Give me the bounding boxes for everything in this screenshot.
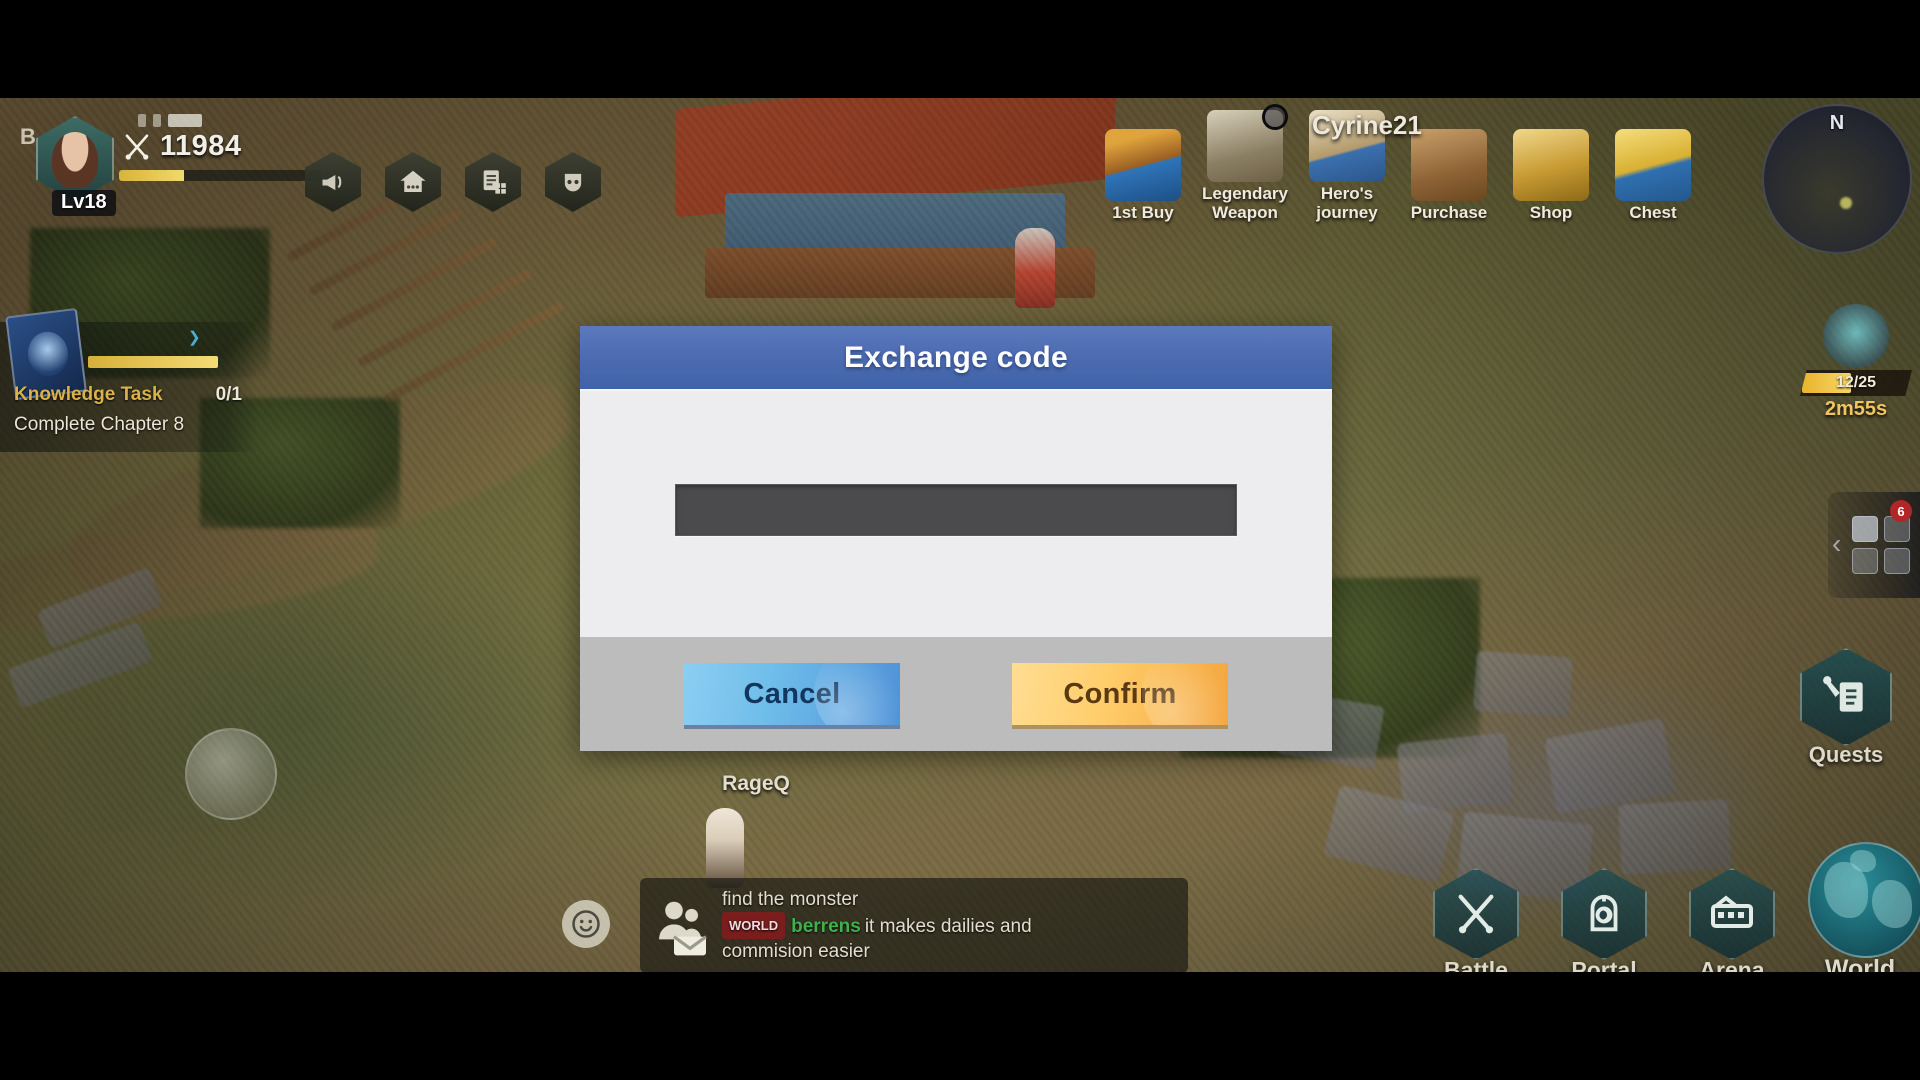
dialog-footer: Cancel Confirm [580, 637, 1332, 751]
hud-letter: B [20, 124, 36, 149]
side-menu-panel[interactable]: ‹ 6 [1828, 492, 1920, 598]
event-icon [1823, 304, 1889, 368]
player-power-value: 11984 [160, 130, 242, 162]
task-list-icon[interactable] [465, 152, 521, 212]
quests-button[interactable]: Quests [1788, 648, 1904, 768]
field-player-body [706, 808, 744, 888]
event-timer: 2m55s [1824, 398, 1888, 420]
chevron-right-icon: ❯ [188, 329, 201, 346]
shop-item-label-2: journey [1316, 203, 1378, 222]
player-hud[interactable]: B Lv18 11984 [14, 108, 324, 216]
shop-item-purchase[interactable]: Purchase [1401, 129, 1497, 222]
bottom-navigation[interactable]: Battle Portal Arena World [1424, 842, 1920, 984]
quest-count: 0/1 [215, 384, 242, 405]
chat-line-2: WORLD berrens it makes dailies and [722, 912, 1178, 939]
chat-message-part-2: commision easier [722, 941, 870, 962]
arena-icon[interactable] [1689, 868, 1775, 960]
cancel-button[interactable]: Cancel [684, 663, 900, 725]
shop-item-chest[interactable]: Chest [1605, 129, 1701, 222]
shop-item-label: Purchase [1410, 203, 1488, 222]
chat-panel[interactable]: find the monster WORLD berrens it makes da… [640, 878, 1188, 973]
announcement-icon[interactable] [305, 152, 361, 212]
confirm-button[interactable]: Confirm [1012, 663, 1228, 725]
shop-item-shop[interactable]: Shop [1503, 129, 1599, 222]
chat-line-1: find the monster [722, 889, 859, 910]
virtual-joystick[interactable] [185, 728, 277, 820]
dialog-header: Exchange code [580, 326, 1332, 391]
guild-home-icon[interactable] [385, 152, 441, 212]
side-menu-cell[interactable] [1852, 516, 1878, 542]
letterbox-top [0, 0, 1920, 98]
side-menu-cell[interactable] [1884, 548, 1910, 574]
shop-item-1st-buy[interactable]: 1st Buy [1095, 129, 1191, 222]
side-menu-grid[interactable] [1852, 516, 1910, 574]
nearby-player-name: Cyrine21 [1312, 110, 1422, 140]
field-player-name: RageQ [722, 772, 790, 795]
shop-item-label-2: Weapon [1212, 203, 1278, 222]
shop-item-label: Legendary [1202, 184, 1288, 203]
globe-icon[interactable] [1808, 842, 1920, 958]
market-stall [675, 70, 1115, 308]
smiley-icon[interactable] [562, 900, 610, 948]
shop-item-label: Chest [1629, 203, 1677, 222]
chat-message-part-1: it makes dailies and [864, 916, 1032, 937]
game-screen: RageQ B Lv18 11984 ❯ Knowledge Task 0/1 … [0, 0, 1920, 1080]
event-progress-bar: 12/25 [1800, 370, 1912, 396]
nav-item-arena[interactable]: Arena [1680, 868, 1784, 984]
first-buy-icon [1105, 129, 1181, 201]
portal-icon[interactable] [1561, 868, 1647, 960]
shop-item-label: 1st Buy [1112, 203, 1174, 222]
quest-tracker-panel[interactable]: ❯ Knowledge Task 0/1 Complete Chapter 8 [0, 307, 258, 452]
event-progress-text: 12/25 [1835, 374, 1877, 391]
nav-item-portal[interactable]: Portal [1552, 868, 1656, 984]
chevron-left-icon[interactable]: ‹ [1832, 528, 1841, 560]
side-menu-cell[interactable] [1852, 548, 1878, 574]
shop-icon [1513, 129, 1589, 201]
dialog-body [580, 391, 1332, 637]
nav-item-world[interactable]: World [1808, 842, 1920, 984]
quest-subtitle: Complete Chapter 8 [14, 414, 185, 435]
nearby-player-marker[interactable] [1262, 104, 1288, 130]
quest-title: Knowledge Task [14, 384, 163, 405]
side-menu-badge: 6 [1890, 500, 1912, 522]
chat-username: berrens [791, 916, 861, 937]
minimap[interactable]: N [1762, 104, 1912, 254]
compass-north-label: N [1829, 112, 1845, 134]
minimap-blip [1839, 196, 1852, 209]
shop-item-label: Shop [1529, 203, 1573, 222]
xp-bar [119, 170, 321, 181]
quest-event-name [92, 326, 96, 344]
quest-scroll-icon[interactable] [1800, 648, 1892, 746]
crossed-swords-icon [122, 132, 152, 162]
chest-icon [1615, 129, 1691, 201]
quest-progress-bar [88, 356, 218, 368]
exchange-code-input[interactable] [675, 484, 1237, 536]
chat-channel-tag: WORLD [722, 912, 786, 939]
player-power: 11984 [122, 130, 242, 163]
dialog-title: Exchange code [844, 340, 1068, 374]
nav-item-battle[interactable]: Battle [1424, 868, 1528, 984]
letterbox-bottom [0, 972, 1920, 1080]
purchase-icon [1411, 129, 1487, 201]
event-widget[interactable]: 12/25 2m55s [1792, 300, 1920, 430]
chat-people-icon [650, 894, 714, 958]
exchange-code-dialog[interactable]: Exchange code Cancel Confirm [580, 326, 1332, 751]
player-level-badge: Lv18 [52, 190, 116, 216]
crossed-swords-icon[interactable] [1433, 868, 1519, 960]
hud-icon-toolbar[interactable] [305, 152, 601, 212]
shop-item-label: Hero's [1320, 184, 1374, 203]
mask-icon[interactable] [545, 152, 601, 212]
hud-status-pips [138, 114, 202, 127]
avatar-face [52, 132, 98, 188]
